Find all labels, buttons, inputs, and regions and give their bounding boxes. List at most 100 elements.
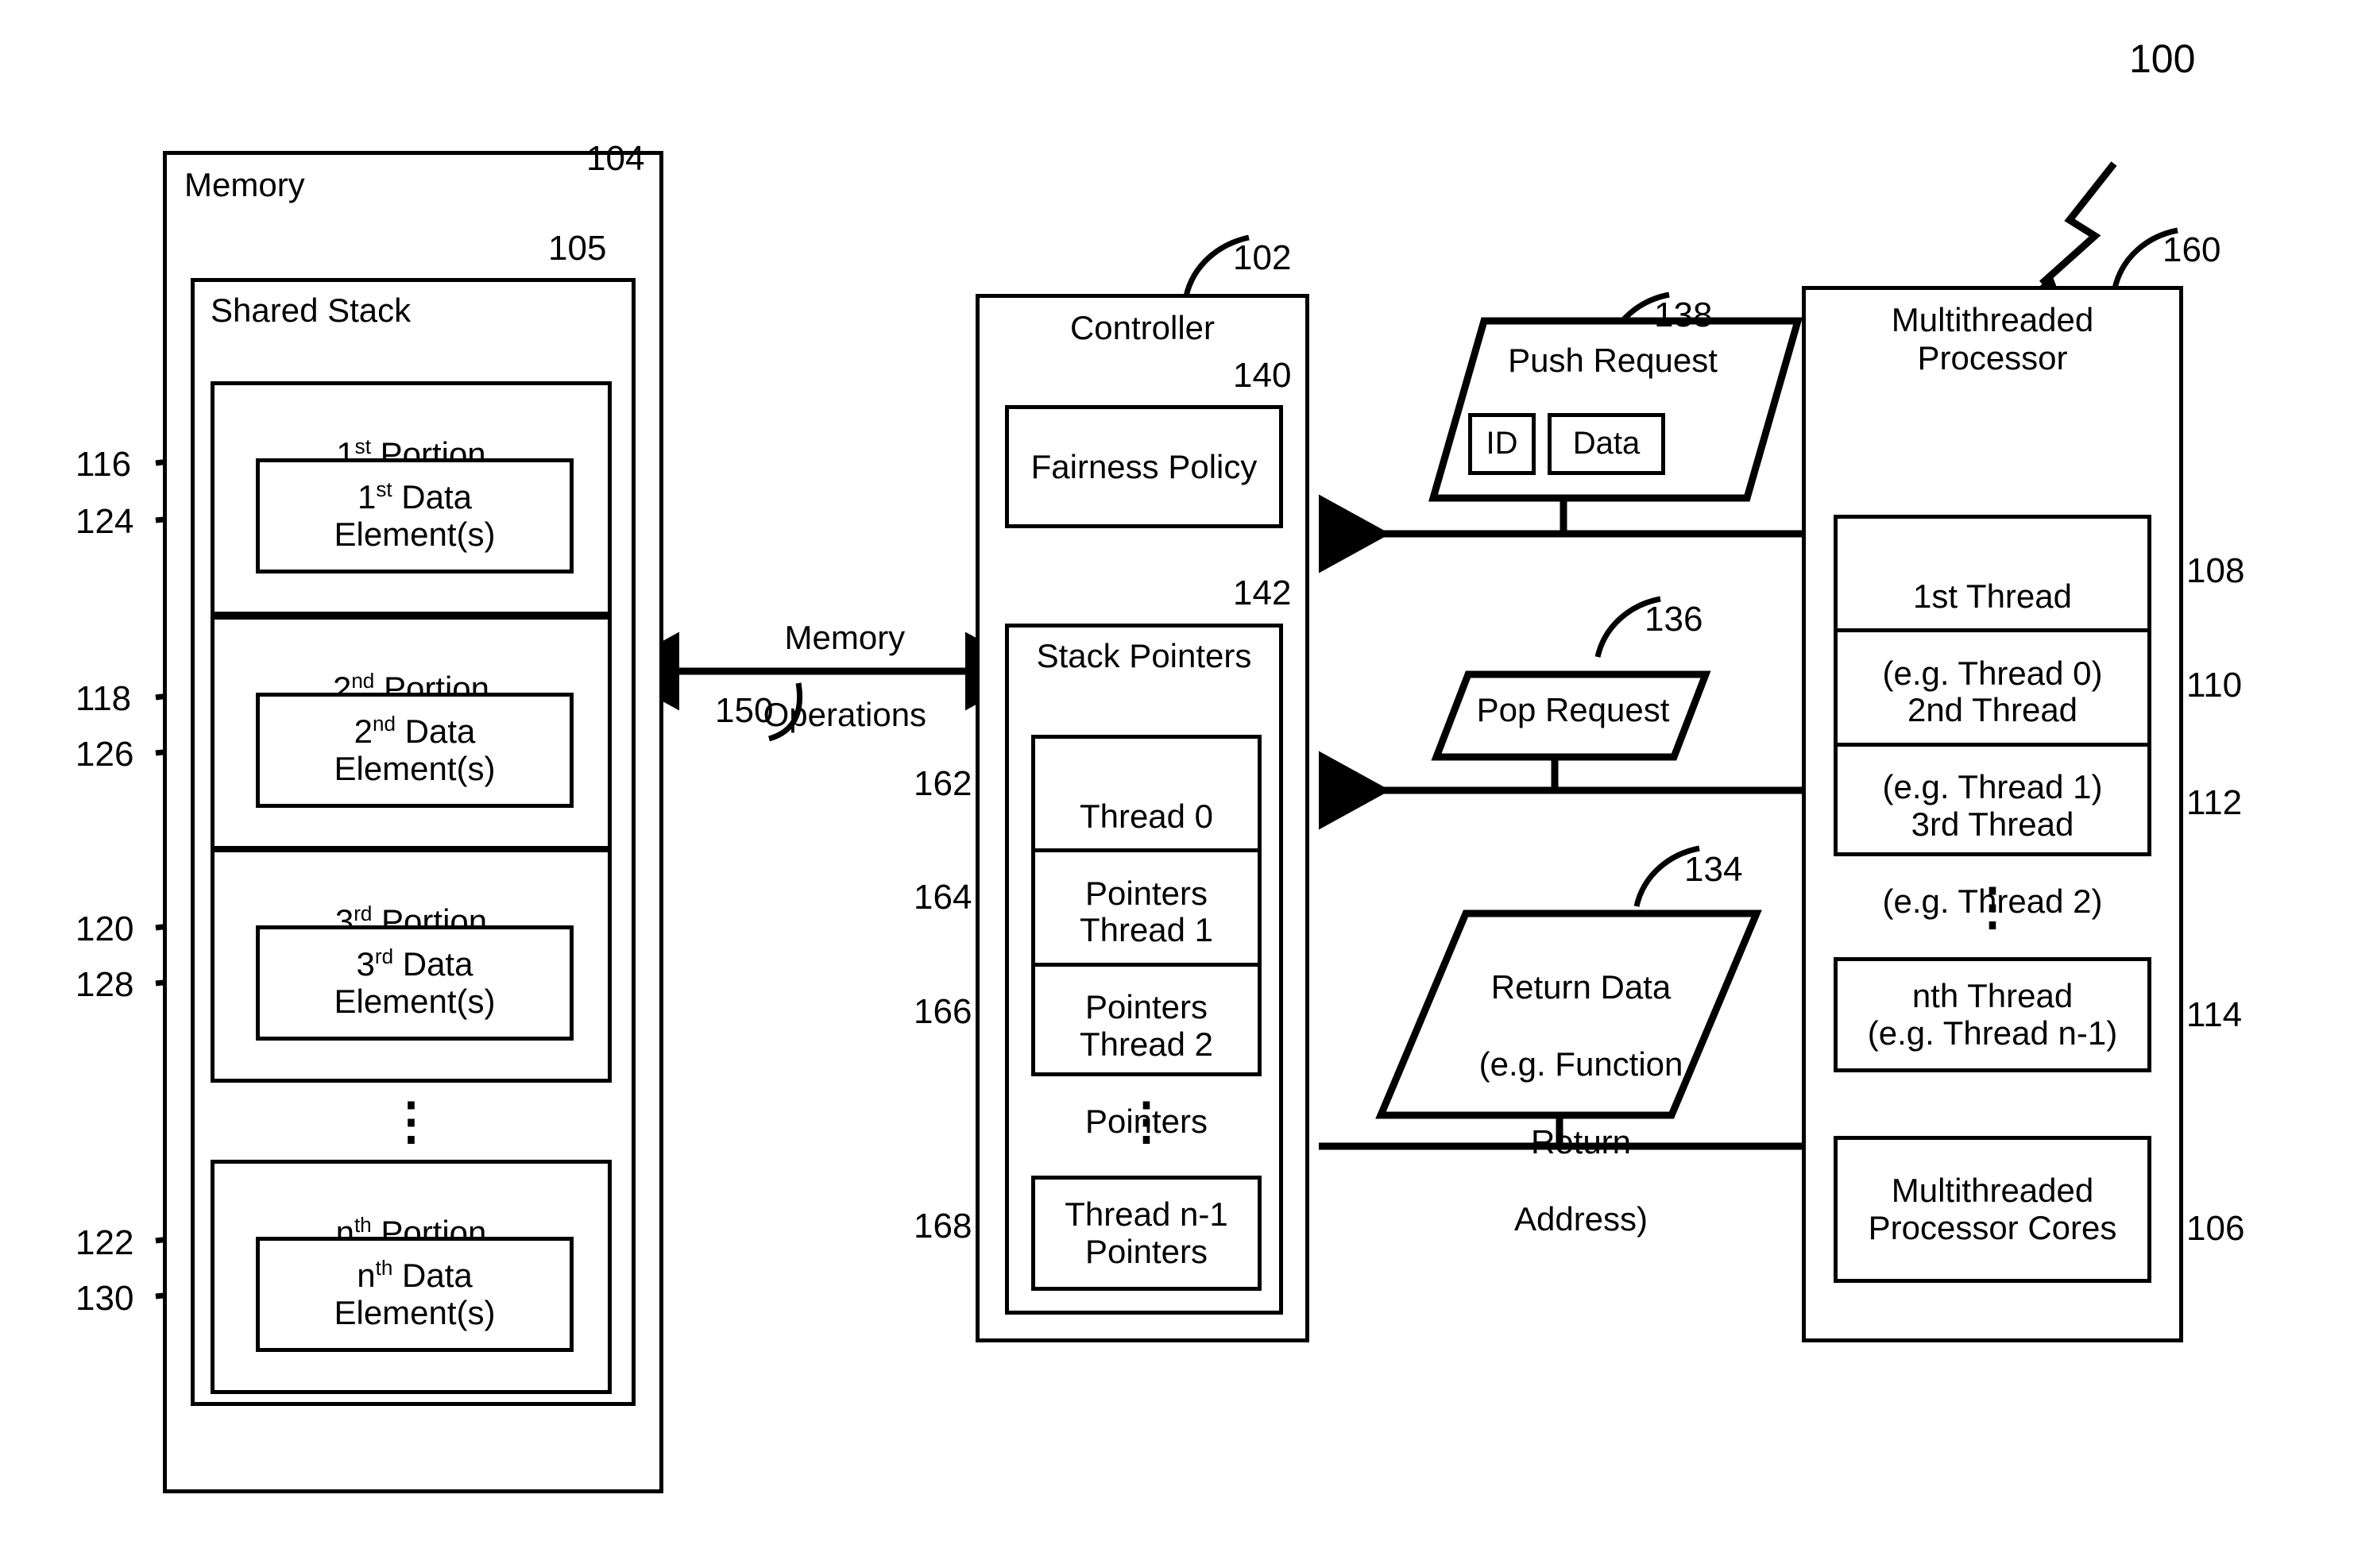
de-2-line2: Element(s) bbox=[334, 750, 496, 788]
ref-102: 102 bbox=[1233, 238, 1292, 277]
portion-3-sup: rd bbox=[354, 901, 373, 925]
ref-114: 114 bbox=[2186, 995, 2243, 1034]
de-2-sup: nd bbox=[373, 711, 396, 736]
thread-n-1-pointers-label: Thread n-1 Pointers bbox=[1035, 1195, 1258, 1272]
ref-164: 164 bbox=[914, 878, 972, 917]
ref-138: 138 bbox=[1654, 295, 1713, 334]
return-data-line2: (e.g. Function bbox=[1478, 1045, 1683, 1083]
data-element-n-box: nth Data Element(s) bbox=[256, 1237, 574, 1352]
stack-pointers-title: Stack Pointers bbox=[1036, 637, 1252, 674]
memory-operations-line1: Memory bbox=[784, 618, 906, 656]
ref-112: 112 bbox=[2186, 783, 2243, 822]
ref-108: 108 bbox=[2186, 551, 2245, 590]
return-data-line4: Address) bbox=[1513, 1200, 1648, 1238]
tp0-line1: Thread 0 bbox=[1079, 797, 1214, 835]
de-3-base: 3 bbox=[356, 944, 375, 983]
ref-124: 124 bbox=[75, 502, 134, 541]
thread-n-box: nth Thread (e.g. Thread n-1) bbox=[1834, 957, 2151, 1072]
ref-126: 126 bbox=[75, 735, 134, 774]
ref-168: 168 bbox=[914, 1207, 972, 1246]
memory-title: Memory bbox=[184, 166, 305, 203]
return-data-line1: Return Data bbox=[1490, 967, 1672, 1006]
ref-104: 104 bbox=[586, 139, 645, 178]
de-2-rest: Data bbox=[395, 712, 476, 750]
de-n-sup: th bbox=[375, 1255, 393, 1280]
ref-130: 130 bbox=[75, 1279, 134, 1318]
de-1-sup: st bbox=[376, 477, 392, 501]
ref-166: 166 bbox=[914, 992, 972, 1031]
de-1-base: 1 bbox=[358, 477, 377, 516]
portion-1-sup: st bbox=[354, 434, 371, 458]
tpn-line1: Thread n-1 bbox=[1065, 1195, 1228, 1233]
de-n-line2: Element(s) bbox=[334, 1294, 496, 1332]
pop-request-bus bbox=[1319, 751, 1802, 830]
multithreaded-processor-title: Multithreaded Processor bbox=[1806, 301, 2179, 377]
ref-106: 106 bbox=[2186, 1209, 2245, 1248]
thread-n-1-pointers-box: Thread n-1 Pointers bbox=[1031, 1176, 1262, 1291]
ref-110: 110 bbox=[2186, 666, 2243, 705]
push-request-data-label: Data bbox=[1572, 426, 1641, 462]
tp1-line1: Thread 1 bbox=[1079, 910, 1214, 948]
tpn-line2: Pointers bbox=[1084, 1233, 1208, 1271]
ref-116: 116 bbox=[75, 445, 132, 484]
push-request-bus bbox=[1319, 492, 1802, 574]
portion-1-box: 1st Portion 1st Data Element(s) bbox=[211, 381, 612, 616]
ref-142: 142 bbox=[1233, 574, 1292, 612]
data-element-3-label: 3rd Data Element(s) bbox=[260, 945, 570, 1022]
push-request-data-field: Data bbox=[1548, 413, 1665, 475]
de-n-rest: Data bbox=[392, 1256, 473, 1294]
portion-2-sup: nd bbox=[351, 668, 375, 693]
portion-n-box: nth Portion nth Data Element(s) bbox=[211, 1160, 612, 1394]
shared-stack-title: Shared Stack bbox=[211, 292, 412, 329]
data-element-2-label: 2nd Data Element(s) bbox=[260, 713, 570, 789]
de-n-base: n bbox=[357, 1256, 376, 1294]
data-element-2-box: 2nd Data Element(s) bbox=[256, 693, 574, 808]
threads-ellipsis: ⋮ bbox=[1967, 878, 2018, 935]
tp2-line1: Thread 2 bbox=[1079, 1025, 1214, 1063]
push-request-id-field: ID bbox=[1468, 413, 1536, 475]
ref-136: 136 bbox=[1645, 600, 1703, 639]
pop-request-title: Pop Request bbox=[1476, 691, 1670, 728]
ref-122: 122 bbox=[75, 1223, 134, 1262]
controller-title: Controller bbox=[1069, 309, 1216, 346]
ref-128: 128 bbox=[75, 965, 134, 1004]
de-3-sup: rd bbox=[374, 944, 394, 968]
ref-120: 120 bbox=[75, 910, 134, 948]
memory-portions-ellipsis: ⋮ bbox=[385, 1092, 437, 1149]
de-1-line2: Element(s) bbox=[334, 516, 496, 554]
figure-ref-100: 100 bbox=[2129, 37, 2196, 81]
stack-pointers-ellipsis: ⋮ bbox=[1121, 1092, 1172, 1149]
push-request-id-label: ID bbox=[1486, 426, 1518, 462]
th3-line1: 3rd Thread bbox=[1911, 805, 2074, 843]
processor-cores-box: Multithreaded Processor Cores bbox=[1834, 1136, 2151, 1283]
ref-140: 140 bbox=[1233, 356, 1292, 395]
mp-title-line2: Processor bbox=[1917, 338, 2068, 377]
portion-n-sup: th bbox=[354, 1212, 372, 1237]
data-element-n-label: nth Data Element(s) bbox=[260, 1257, 570, 1333]
de-3-rest: Data bbox=[393, 944, 473, 983]
thn-line2: (e.g. Thread n-1) bbox=[1867, 1014, 2118, 1052]
thread-n-label: nth Thread (e.g. Thread n-1) bbox=[1838, 977, 2147, 1053]
return-data-line3: Return bbox=[1530, 1122, 1632, 1161]
fairness-policy-label: Fairness Policy bbox=[1030, 447, 1258, 485]
th1-line1: 1st Thread bbox=[1912, 577, 2072, 615]
thn-line1: nth Thread bbox=[1911, 976, 2074, 1014]
portion-2-box: 2nd Portion 2nd Data Element(s) bbox=[211, 616, 612, 850]
ref-105: 105 bbox=[548, 229, 607, 268]
ref-134: 134 bbox=[1684, 850, 1743, 889]
ref-162: 162 bbox=[914, 764, 972, 803]
push-request-title: Push Request bbox=[1508, 342, 1718, 379]
fairness-policy-box: Fairness Policy bbox=[1005, 405, 1283, 528]
cores-line1: Multithreaded bbox=[1891, 1171, 2094, 1209]
memory-operations-label: Memory Operations bbox=[711, 580, 941, 774]
return-data-label: Return Data (e.g. Function Return Addres… bbox=[1422, 929, 1740, 1239]
de-3-line2: Element(s) bbox=[334, 983, 496, 1021]
cores-line2: Processor Cores bbox=[1868, 1209, 2117, 1247]
de-1-rest: Data bbox=[392, 477, 472, 516]
de-2-base: 2 bbox=[354, 712, 373, 750]
patent-figure: 100 Memory 104 Shared Stack 105 1st Port… bbox=[0, 0, 2377, 1568]
portion-3-box: 3rd Portion 3rd Data Element(s) bbox=[211, 848, 612, 1083]
data-element-1-box: 1st Data Element(s) bbox=[256, 458, 574, 574]
data-element-3-box: 3rd Data Element(s) bbox=[256, 925, 574, 1041]
ref-118: 118 bbox=[75, 679, 132, 718]
